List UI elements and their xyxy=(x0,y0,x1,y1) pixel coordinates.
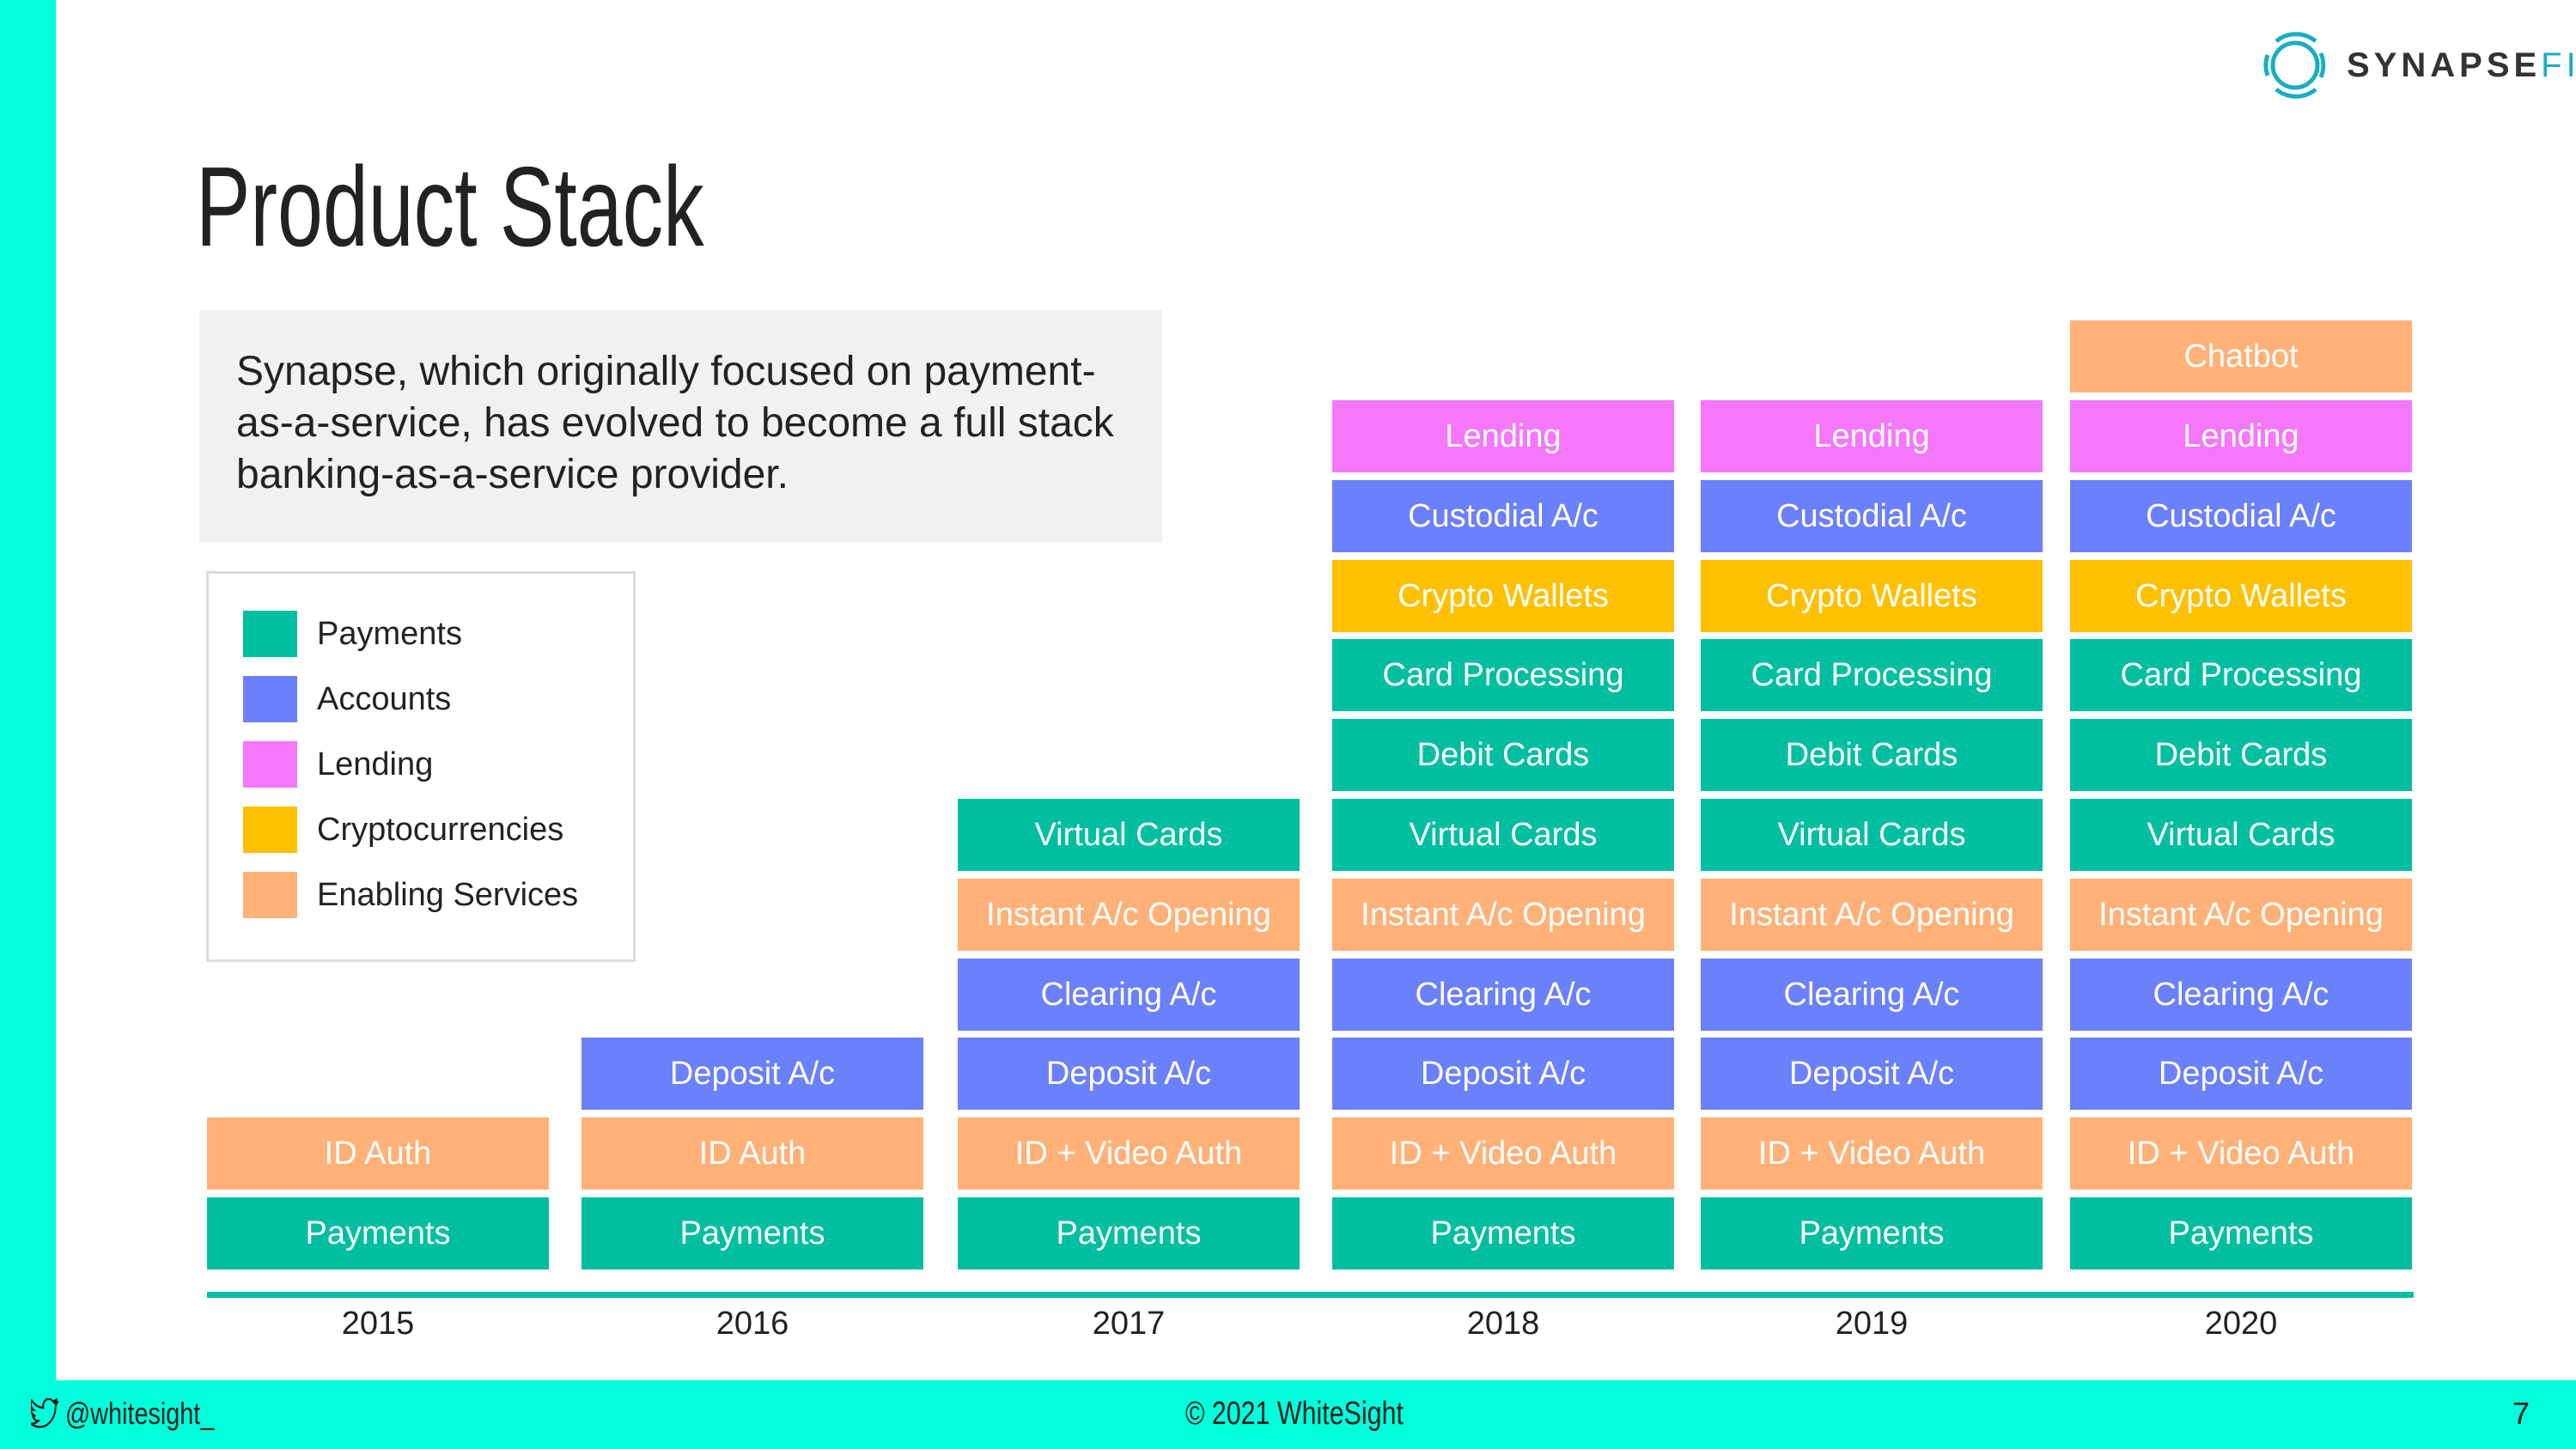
stack-block: Clearing A/c xyxy=(1332,959,1674,1031)
stack-block: Card Processing xyxy=(1332,639,1674,711)
stack-block: Card Processing xyxy=(1701,639,2043,711)
twitter-handle[interactable]: @whitesight_ xyxy=(31,1396,214,1432)
stack-block: Payments xyxy=(2070,1197,2412,1269)
stack-block: ID + Video Auth xyxy=(1701,1117,2043,1190)
stack-block: Card Processing xyxy=(2070,639,2412,711)
timeline-axis xyxy=(207,1292,2414,1298)
stack-block: Instant A/c Opening xyxy=(1332,879,1674,951)
product-stack-chart: Payments ID Auth 2015 Payments ID Auth Deposi… xyxy=(0,0,2576,1380)
stack-block: Deposit A/c xyxy=(2070,1038,2412,1110)
stack-block: Deposit A/c xyxy=(582,1038,923,1110)
year-label: 2018 xyxy=(1466,1306,1540,1342)
stack-block: Lending xyxy=(1701,400,2043,472)
stack-block: Virtual Cards xyxy=(1332,799,1674,871)
stack-block: ID + Video Auth xyxy=(1332,1117,1674,1190)
stack-block: Payments xyxy=(582,1197,923,1269)
year-label: 2020 xyxy=(2204,1306,2278,1342)
year-label: 2015 xyxy=(341,1306,415,1342)
footer: @whitesight_ © 2021 WhiteSight 7 xyxy=(0,1380,2576,1449)
stack-block: Deposit A/c xyxy=(958,1038,1300,1110)
stack-block: ID Auth xyxy=(207,1117,549,1190)
stack-block: Debit Cards xyxy=(1332,719,1674,791)
page-number: 7 xyxy=(2512,1396,2530,1431)
stack-block: Custodial A/c xyxy=(2070,480,2412,552)
stack-block: Payments xyxy=(958,1197,1300,1269)
stack-block: Virtual Cards xyxy=(958,799,1300,871)
stack-block: Payments xyxy=(1332,1197,1674,1269)
stack-block: Crypto Wallets xyxy=(1332,560,1674,632)
stack-block: Crypto Wallets xyxy=(1701,560,2043,632)
stack-block: Crypto Wallets xyxy=(2070,560,2412,632)
year-label: 2019 xyxy=(1835,1306,1909,1342)
stack-block: Payments xyxy=(207,1197,549,1269)
twitter-handle-text: @whitesight_ xyxy=(65,1396,215,1431)
stack-block: Clearing A/c xyxy=(2070,959,2412,1031)
stack-block: Virtual Cards xyxy=(2070,799,2412,871)
year-label: 2017 xyxy=(1092,1306,1166,1342)
stack-block: Debit Cards xyxy=(2070,719,2412,791)
stack-block: ID + Video Auth xyxy=(2070,1117,2412,1190)
stack-block: Custodial A/c xyxy=(1332,480,1674,552)
stack-block: Instant A/c Opening xyxy=(1701,879,2043,951)
stack-block: ID Auth xyxy=(582,1117,923,1190)
stack-block: Payments xyxy=(1701,1197,2043,1269)
stack-block: Virtual Cards xyxy=(1701,799,2043,871)
stack-block: Lending xyxy=(1332,400,1674,472)
stack-block: Clearing A/c xyxy=(958,959,1300,1031)
stack-block: Custodial A/c xyxy=(1701,480,2043,552)
stack-block: Instant A/c Opening xyxy=(2070,879,2412,951)
twitter-bird-icon xyxy=(31,1398,58,1428)
stack-block: Lending xyxy=(2070,400,2412,472)
stack-block: Debit Cards xyxy=(1701,719,2043,791)
stack-block: ID + Video Auth xyxy=(958,1117,1300,1190)
stack-block: Clearing A/c xyxy=(1701,959,2043,1031)
year-label: 2016 xyxy=(716,1306,789,1342)
stack-block: Chatbot xyxy=(2070,320,2412,393)
stack-block: Deposit A/c xyxy=(1332,1038,1674,1110)
copyright: © 2021 WhiteSight xyxy=(1185,1396,1404,1432)
stack-block: Deposit A/c xyxy=(1701,1038,2043,1110)
stack-block: Instant A/c Opening xyxy=(958,879,1300,951)
